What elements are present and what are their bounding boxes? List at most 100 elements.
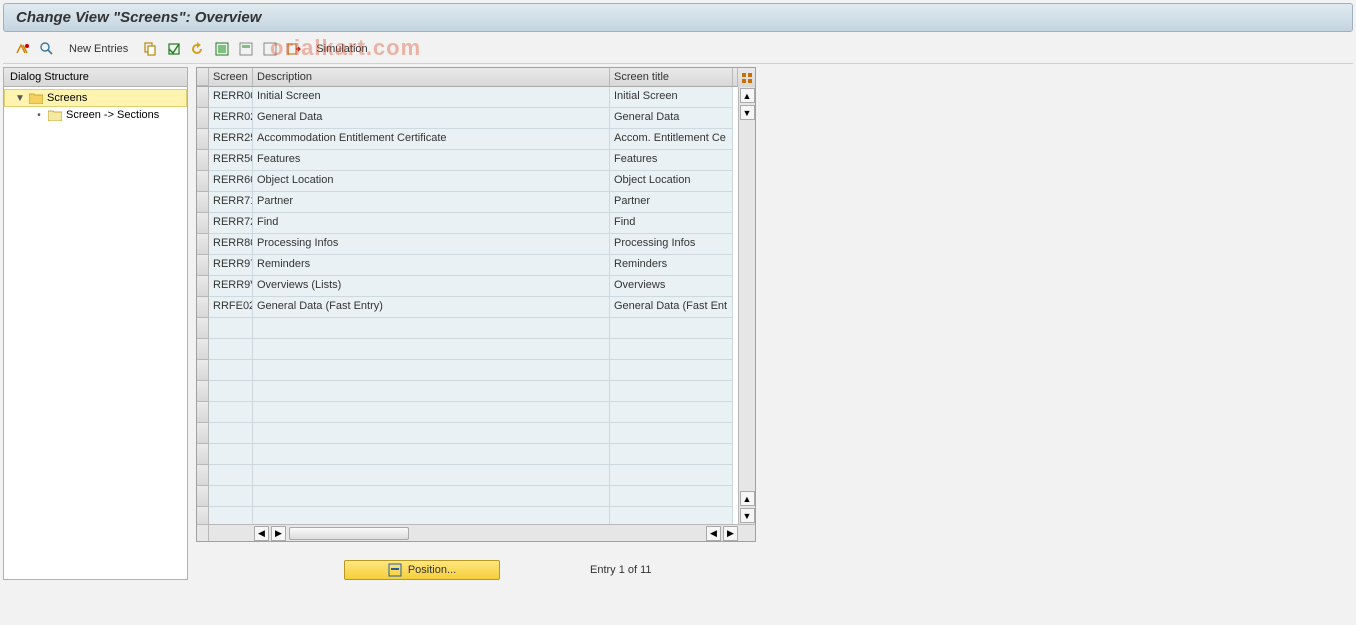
delete-icon[interactable] xyxy=(164,39,184,59)
cell-screen[interactable]: RERR97 xyxy=(209,255,253,276)
cell-title[interactable]: Object Location xyxy=(610,171,733,192)
table-row[interactable] xyxy=(197,507,738,524)
cell-description[interactable]: General Data xyxy=(253,108,610,129)
cell-screen[interactable] xyxy=(209,465,253,486)
find-icon[interactable] xyxy=(37,39,57,59)
cell-description[interactable] xyxy=(253,486,610,507)
cell-title[interactable] xyxy=(610,402,733,423)
cell-screen[interactable]: RERR00 xyxy=(209,87,253,108)
cell-title[interactable]: Find xyxy=(610,213,733,234)
cell-screen[interactable] xyxy=(209,402,253,423)
col-header-description[interactable]: Description xyxy=(253,68,610,86)
cell-description[interactable]: Overviews (Lists) xyxy=(253,276,610,297)
copy-icon[interactable] xyxy=(140,39,160,59)
position-button[interactable]: Position... xyxy=(344,560,500,580)
cell-title[interactable]: Partner xyxy=(610,192,733,213)
grid-settings-icon[interactable] xyxy=(737,68,755,87)
row-selector[interactable] xyxy=(197,507,209,524)
table-row[interactable] xyxy=(197,339,738,360)
row-selector[interactable] xyxy=(197,150,209,171)
row-selector[interactable] xyxy=(197,213,209,234)
table-row[interactable] xyxy=(197,486,738,507)
cell-screen[interactable] xyxy=(209,318,253,339)
cell-title[interactable] xyxy=(610,423,733,444)
tree-item[interactable]: •Screen -> Sections xyxy=(4,107,187,123)
row-selector[interactable] xyxy=(197,255,209,276)
cell-screen[interactable]: RERR72 xyxy=(209,213,253,234)
cell-title[interactable] xyxy=(610,360,733,381)
cell-screen[interactable] xyxy=(209,423,253,444)
deselect-all-icon[interactable] xyxy=(260,39,280,59)
table-row[interactable]: RERR9VOverviews (Lists)Overviews xyxy=(197,276,738,297)
table-row[interactable]: RERR00Initial ScreenInitial Screen xyxy=(197,87,738,108)
row-selector[interactable] xyxy=(197,129,209,150)
table-row[interactable] xyxy=(197,402,738,423)
cell-title[interactable] xyxy=(610,465,733,486)
table-row[interactable] xyxy=(197,318,738,339)
undo-icon[interactable] xyxy=(188,39,208,59)
table-row[interactable]: RRFE02General Data (Fast Entry)General D… xyxy=(197,297,738,318)
cell-description[interactable] xyxy=(253,381,610,402)
tree-toggle-icon[interactable]: • xyxy=(34,110,44,121)
toggle-display-icon[interactable] xyxy=(13,39,33,59)
cell-description[interactable]: Object Location xyxy=(253,171,610,192)
table-row[interactable]: RERR02General DataGeneral Data xyxy=(197,108,738,129)
hscroll-right2-icon[interactable]: ▶ xyxy=(723,526,738,541)
tree-toggle-icon[interactable]: ▼ xyxy=(15,93,25,104)
cell-description[interactable]: Processing Infos xyxy=(253,234,610,255)
cell-title[interactable]: General Data (Fast Ent xyxy=(610,297,733,318)
hscroll-right-icon[interactable]: ▶ xyxy=(271,526,286,541)
table-row[interactable]: RERR97RemindersReminders xyxy=(197,255,738,276)
row-selector[interactable] xyxy=(197,171,209,192)
cell-description[interactable] xyxy=(253,444,610,465)
cell-description[interactable]: Partner xyxy=(253,192,610,213)
cell-title[interactable] xyxy=(610,486,733,507)
cell-description[interactable] xyxy=(253,423,610,444)
cell-title[interactable]: Overviews xyxy=(610,276,733,297)
cell-title[interactable] xyxy=(610,318,733,339)
cell-title[interactable]: Processing Infos xyxy=(610,234,733,255)
cell-description[interactable] xyxy=(253,402,610,423)
configure-icon[interactable] xyxy=(284,39,304,59)
row-selector[interactable] xyxy=(197,423,209,444)
simulation-button[interactable]: Simulation xyxy=(308,41,375,57)
table-row[interactable]: RERR72FindFind xyxy=(197,213,738,234)
row-selector[interactable] xyxy=(197,339,209,360)
select-block-icon[interactable] xyxy=(236,39,256,59)
cell-description[interactable]: Accommodation Entitlement Certificate xyxy=(253,129,610,150)
cell-title[interactable] xyxy=(610,444,733,465)
vertical-scrollbar[interactable]: ▲ ▼ ▲ ▼ xyxy=(738,87,755,524)
cell-title[interactable] xyxy=(610,507,733,524)
new-entries-button[interactable]: New Entries xyxy=(61,41,136,57)
col-header-title[interactable]: Screen title xyxy=(610,68,733,86)
cell-screen[interactable]: RERR25 xyxy=(209,129,253,150)
cell-description[interactable]: Features xyxy=(253,150,610,171)
horizontal-scrollbar[interactable]: ◀ ▶ ◀ ▶ xyxy=(197,524,755,541)
cell-screen[interactable] xyxy=(209,381,253,402)
scroll-up-icon[interactable]: ▲ xyxy=(740,88,755,103)
cell-title[interactable]: Initial Screen xyxy=(610,87,733,108)
cell-screen[interactable]: RERR60 xyxy=(209,171,253,192)
cell-title[interactable]: General Data xyxy=(610,108,733,129)
table-row[interactable] xyxy=(197,444,738,465)
row-selector[interactable] xyxy=(197,360,209,381)
cell-description[interactable] xyxy=(253,507,610,524)
tree-item[interactable]: ▼Screens xyxy=(4,89,187,107)
cell-screen[interactable] xyxy=(209,339,253,360)
cell-title[interactable]: Features xyxy=(610,150,733,171)
table-row[interactable]: RERR25Accommodation Entitlement Certific… xyxy=(197,129,738,150)
scroll-up2-icon[interactable]: ▲ xyxy=(740,491,755,506)
cell-screen[interactable] xyxy=(209,360,253,381)
cell-screen[interactable] xyxy=(209,444,253,465)
cell-title[interactable]: Accom. Entitlement Ce xyxy=(610,129,733,150)
cell-description[interactable] xyxy=(253,360,610,381)
row-selector[interactable] xyxy=(197,444,209,465)
cell-title[interactable] xyxy=(610,381,733,402)
row-selector[interactable] xyxy=(197,318,209,339)
cell-screen[interactable]: RERR80 xyxy=(209,234,253,255)
hscroll-left2-icon[interactable]: ◀ xyxy=(706,526,721,541)
cell-description[interactable] xyxy=(253,465,610,486)
row-selector[interactable] xyxy=(197,192,209,213)
cell-screen[interactable]: RERR50 xyxy=(209,150,253,171)
scroll-down-icon[interactable]: ▼ xyxy=(740,105,755,120)
